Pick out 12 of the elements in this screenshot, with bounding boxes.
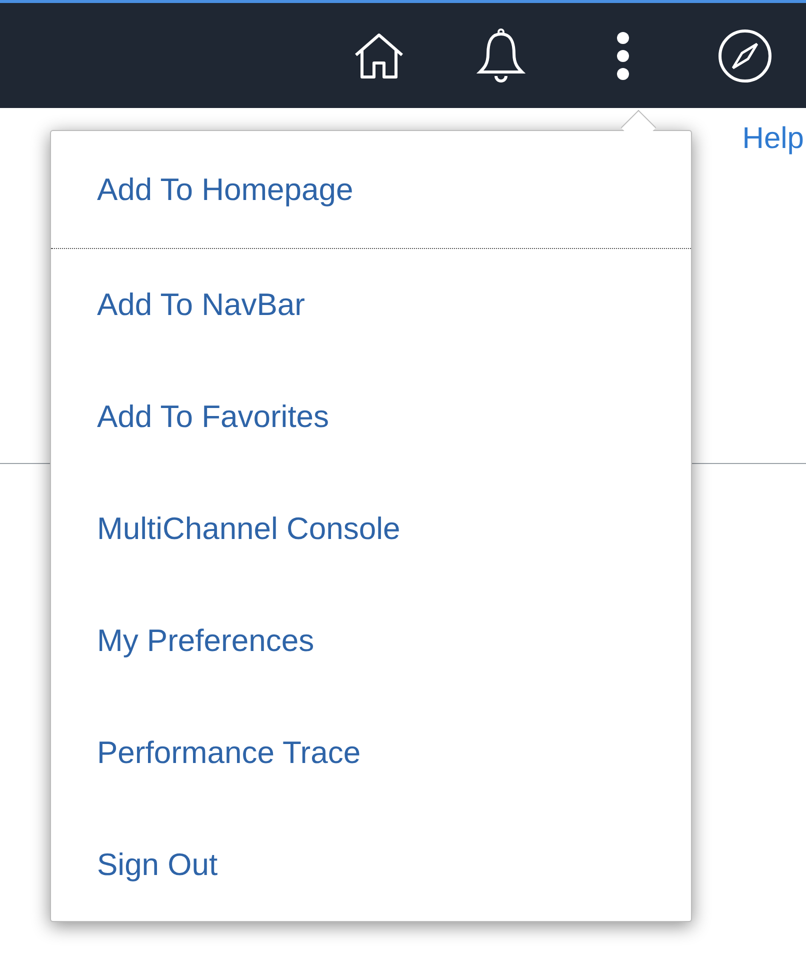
home-icon	[352, 30, 406, 80]
menu-item[interactable]: Add To Favorites	[51, 361, 691, 473]
more-icon	[615, 30, 631, 80]
menu-item[interactable]: Sign Out	[51, 809, 691, 921]
help-link[interactable]: Help	[742, 122, 804, 156]
menu-item[interactable]: My Preferences	[51, 585, 691, 697]
menu-item[interactable]: MultiChannel Console	[51, 473, 691, 585]
menu-item[interactable]: Add To NavBar	[51, 249, 691, 361]
compass-icon	[717, 28, 773, 84]
menu-item[interactable]: Performance Trace	[51, 697, 691, 809]
menu-item[interactable]: Add To Homepage	[51, 131, 691, 249]
bell-icon	[476, 28, 526, 84]
